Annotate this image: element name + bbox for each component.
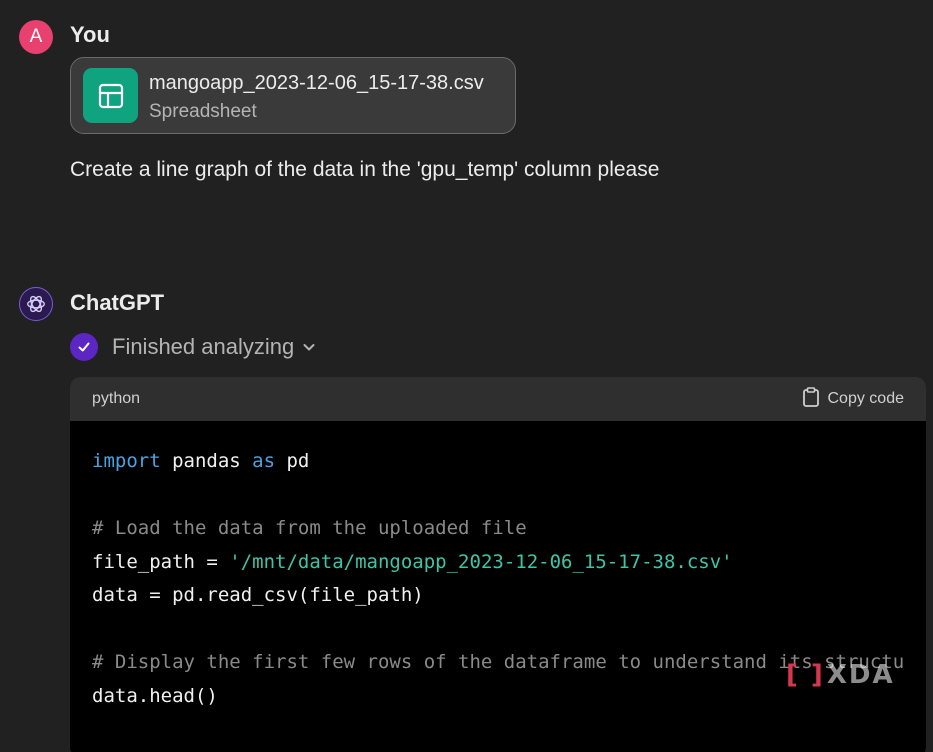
user-avatar-letter: A xyxy=(29,26,43,47)
analysis-status-text: Finished analyzing xyxy=(112,334,295,359)
watermark-text: XDA xyxy=(826,660,895,690)
check-icon xyxy=(70,333,98,361)
code-block: python Copy code import pandas as pd # Lo… xyxy=(70,377,926,752)
chevron-down-icon xyxy=(302,340,316,354)
copy-code-button[interactable]: Copy code xyxy=(802,386,905,412)
code-line: # Load the data from the uploaded file xyxy=(92,514,527,542)
code-line: file_path = '/mnt/data/mangoapp_2023-12-… xyxy=(92,548,733,576)
code-text: pandas xyxy=(160,450,253,472)
code-text: data.head() xyxy=(92,684,218,707)
code-language-label: python xyxy=(92,390,141,407)
code-comment: # Display the first few rows of the data… xyxy=(92,651,905,673)
code-comment: # Load the data from the uploaded file xyxy=(92,517,527,539)
code-line: data = pd.read_csv(file_path) xyxy=(92,581,424,609)
file-attachment-card[interactable]: mangoapp_2023-12-06_15-17-38.csv Spreads… xyxy=(70,57,516,134)
user-avatar: A xyxy=(19,20,53,54)
code-line: # Display the first few rows of the data… xyxy=(92,648,904,676)
code-header: python Copy code xyxy=(70,377,926,421)
clipboard-icon xyxy=(802,386,820,412)
spreadsheet-icon xyxy=(83,68,138,123)
openai-logo-icon xyxy=(19,287,53,321)
code-text: file_path = xyxy=(92,550,230,573)
attachment-file-name: mangoapp_2023-12-06_15-17-38.csv xyxy=(149,72,484,94)
code-line: import pandas as pd xyxy=(92,447,309,475)
assistant-name: ChatGPT xyxy=(70,290,165,315)
chat-page: A You mangoapp_2023-12-06_15-17-38.csv S… xyxy=(0,0,933,752)
user-message-text: Create a line graph of the data in the '… xyxy=(70,158,660,181)
analysis-status-toggle[interactable]: Finished analyzing xyxy=(70,332,316,362)
code-string: '/mnt/data/mangoapp_2023-12-06_15-17-38.… xyxy=(229,550,733,573)
attachment-file-type: Spreadsheet xyxy=(149,101,257,122)
xda-watermark: [ ] XDA xyxy=(786,660,895,690)
code-text: pd xyxy=(275,450,310,472)
xda-logo-icon: [ ] xyxy=(786,660,825,690)
code-line: data.head() xyxy=(92,682,218,710)
copy-code-label: Copy code xyxy=(827,390,905,407)
code-keyword: as xyxy=(252,450,276,472)
code-text: data = pd.read_csv(file_path) xyxy=(92,584,424,606)
user-name: You xyxy=(70,22,110,47)
code-keyword: import xyxy=(92,450,161,472)
